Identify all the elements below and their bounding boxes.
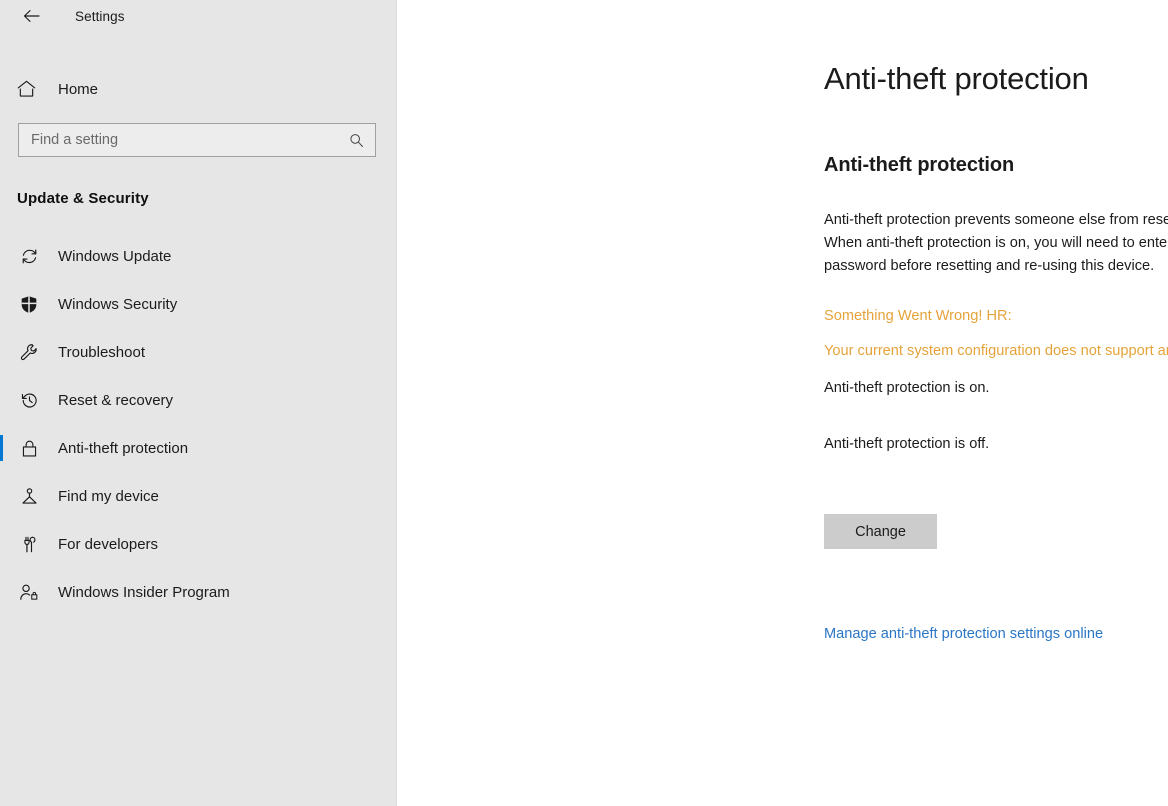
shield-icon <box>17 295 41 314</box>
selection-indicator <box>0 531 3 557</box>
sidebar-item-label: Find my device <box>58 487 159 505</box>
sidebar-item-reset-recovery[interactable]: Reset & recovery <box>0 376 396 424</box>
home-label: Home <box>58 80 99 98</box>
selection-indicator <box>0 243 3 269</box>
selection-indicator <box>0 483 3 509</box>
back-arrow-icon <box>23 10 40 22</box>
sidebar-item-windows-security[interactable]: Windows Security <box>0 280 396 328</box>
warning-heading: Something Went Wrong! HR: <box>824 308 1012 325</box>
sidebar-item-label: For developers <box>58 535 159 553</box>
back-button[interactable] <box>16 1 46 31</box>
sidebar-item-label: Reset & recovery <box>58 391 174 409</box>
sidebar-item-label: Anti-theft protection <box>58 439 189 457</box>
sidebar-item-anti-theft-protection[interactable]: Anti-theft protection <box>0 424 396 472</box>
sidebar-item-windows-insider-program[interactable]: Windows Insider Program <box>0 568 396 616</box>
sidebar-group-header: Update & Security <box>17 190 149 207</box>
history-clock-icon <box>17 391 41 410</box>
window-title: Settings <box>75 8 125 24</box>
manage-settings-link[interactable]: Manage anti-theft protection settings on… <box>824 626 1103 642</box>
sidebar: Settings Home Update & Security <box>0 0 397 806</box>
selection-indicator <box>0 435 3 461</box>
sidebar-item-troubleshoot[interactable]: Troubleshoot <box>0 328 396 376</box>
selection-indicator <box>0 387 3 413</box>
location-pin-icon <box>17 487 41 506</box>
description-text: Anti-theft protection prevents someone e… <box>824 212 1168 274</box>
sidebar-nav-list: Windows Update Windows Security Troubles… <box>0 232 396 616</box>
sidebar-item-find-my-device[interactable]: Find my device <box>0 472 396 520</box>
sidebar-item-for-developers[interactable]: For developers <box>0 520 396 568</box>
wrench-icon <box>17 343 41 362</box>
sidebar-item-windows-update[interactable]: Windows Update <box>0 232 396 280</box>
main-content: Anti-theft protection Anti-theft protect… <box>397 0 1168 806</box>
tools-icon <box>17 535 41 554</box>
lock-icon <box>17 439 41 458</box>
sidebar-item-label: Windows Update <box>58 247 172 265</box>
change-button[interactable]: Change <box>824 514 937 550</box>
search-box[interactable] <box>18 123 376 157</box>
home-icon <box>17 80 45 98</box>
person-badge-icon <box>17 583 41 602</box>
search-icon[interactable] <box>346 130 366 150</box>
sidebar-item-home[interactable]: Home <box>0 69 396 109</box>
settings-window: Settings Home Update & Security <box>0 0 1168 806</box>
selection-indicator <box>0 291 3 317</box>
page-title: Anti-theft protection <box>824 61 1089 96</box>
sidebar-item-label: Troubleshoot <box>58 343 145 361</box>
title-bar: Settings <box>0 0 396 32</box>
sidebar-item-label: Windows Insider Program <box>58 583 230 601</box>
section-title: Anti-theft protection <box>824 154 1015 177</box>
selection-indicator <box>0 579 3 605</box>
warning-body: Your current system configuration does n… <box>824 342 1168 359</box>
refresh-circle-icon <box>17 247 41 266</box>
sidebar-item-label: Windows Security <box>58 295 178 313</box>
status-protection-off: Anti-theft protection is off. <box>824 436 990 453</box>
search-input[interactable] <box>31 124 346 156</box>
selection-indicator <box>0 339 3 365</box>
status-protection-on: Anti-theft protection is on. <box>824 379 990 396</box>
